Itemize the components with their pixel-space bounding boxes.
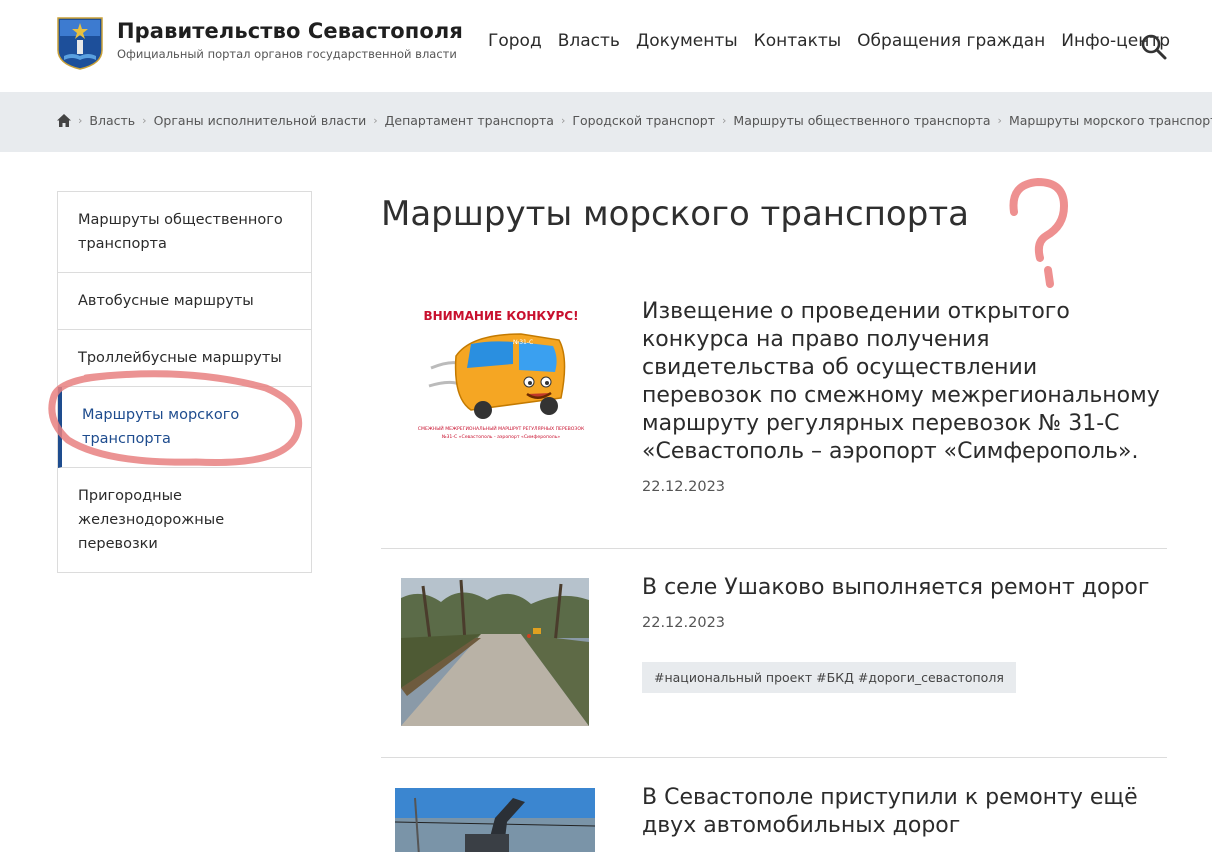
sidebar-menu: Маршруты общественного транспорта Автобу… xyxy=(57,191,312,573)
sidebar-item-public-transport[interactable]: Маршруты общественного транспорта xyxy=(58,192,311,273)
search-icon[interactable] xyxy=(1140,33,1168,61)
nav-contacts[interactable]: Контакты xyxy=(754,31,842,51)
news-title[interactable]: В селе Ушаково выполняется ремонт дорог xyxy=(642,574,1162,602)
chevron-right-icon: › xyxy=(373,114,378,127)
chevron-right-icon: › xyxy=(997,114,1002,127)
news-date: 22.12.2023 xyxy=(642,615,726,631)
nav-documents[interactable]: Документы xyxy=(636,31,738,51)
sidebar-item-trolleybus-routes[interactable]: Троллейбусные маршруты xyxy=(58,330,311,387)
breadcrumb-item[interactable]: Маршруты общественного транспорта xyxy=(733,113,990,128)
sidebar-item-suburban-rail[interactable]: Пригородные железнодорожные перевозки xyxy=(58,468,311,572)
news-title[interactable]: Извещение о проведении открытого конкурс… xyxy=(642,298,1162,466)
chevron-right-icon: › xyxy=(78,114,83,127)
breadcrumb-current: Маршруты морского транспорта xyxy=(1008,113,1212,128)
breadcrumb: › Власть › Органы исполнительной власти … xyxy=(57,113,1212,128)
news-image-contest[interactable]: ВНИМАНИЕ КОНКУРС! №31-С СМЕЖНЫЙ МЕЖРЕГИО… xyxy=(401,298,601,448)
coat-of-arms-logo[interactable] xyxy=(56,16,104,70)
site-subtitle: Официальный портал органов государственн… xyxy=(117,47,457,61)
nav-city[interactable]: Город xyxy=(488,31,542,51)
news-title[interactable]: В Севастополе приступили к ремонту ещё д… xyxy=(642,784,1162,840)
news-item: В Севастополе приступили к ремонту ещё д… xyxy=(381,784,1167,852)
news-tags[interactable]: #национальный проект #БКД #дороги_севаст… xyxy=(642,662,1016,693)
news-image-road-repair[interactable] xyxy=(401,578,589,726)
breadcrumb-item[interactable]: Городской транспорт xyxy=(572,113,715,128)
breadcrumb-bar: › Власть › Органы исполнительной власти … xyxy=(0,92,1212,152)
sidebar-item-bus-routes[interactable]: Автобусные маршруты xyxy=(58,273,311,330)
breadcrumb-item[interactable]: Департамент транспорта xyxy=(385,113,554,128)
contest-banner-text: ВНИМАНИЕ КОНКУРС! xyxy=(423,309,578,323)
news-date: 22.12.2023 xyxy=(642,479,726,495)
bus-route-label: №31-С xyxy=(513,339,533,346)
chevron-right-icon: › xyxy=(142,114,147,127)
top-navigation: Город Власть Документы Контакты Обращени… xyxy=(488,31,1186,51)
nav-appeals[interactable]: Обращения граждан xyxy=(857,31,1045,51)
news-image-excavator[interactable] xyxy=(395,788,595,852)
news-divider xyxy=(381,548,1167,549)
contest-caption-1: СМЕЖНЫЙ МЕЖРЕГИОНАЛЬНЫЙ МАРШРУТ РЕГУЛЯРН… xyxy=(418,425,585,432)
question-mark-annotation xyxy=(1009,177,1069,288)
sidebar-item-sea-transport[interactable]: Маршруты морского транспорта xyxy=(58,387,311,468)
breadcrumb-item[interactable]: Органы исполнительной власти xyxy=(154,113,367,128)
news-item: В селе Ушаково выполняется ремонт дорог … xyxy=(381,574,1167,734)
news-divider xyxy=(381,757,1167,758)
news-item: ВНИМАНИЕ КОНКУРС! №31-С СМЕЖНЫЙ МЕЖРЕГИО… xyxy=(381,298,1167,508)
contest-caption-2: №31-С «Севастополь - аэропорт «Симферопо… xyxy=(442,434,561,440)
page-title: Маршруты морского транспорта xyxy=(381,194,969,234)
chevron-right-icon: › xyxy=(560,114,566,127)
site-title[interactable]: Правительство Севастополя xyxy=(117,19,463,43)
site-header: Правительство Севастополя Официальный по… xyxy=(0,0,1212,92)
home-icon[interactable] xyxy=(57,114,71,127)
breadcrumb-item[interactable]: Власть xyxy=(89,113,135,128)
nav-authority[interactable]: Власть xyxy=(558,31,620,51)
chevron-right-icon: › xyxy=(722,114,727,127)
